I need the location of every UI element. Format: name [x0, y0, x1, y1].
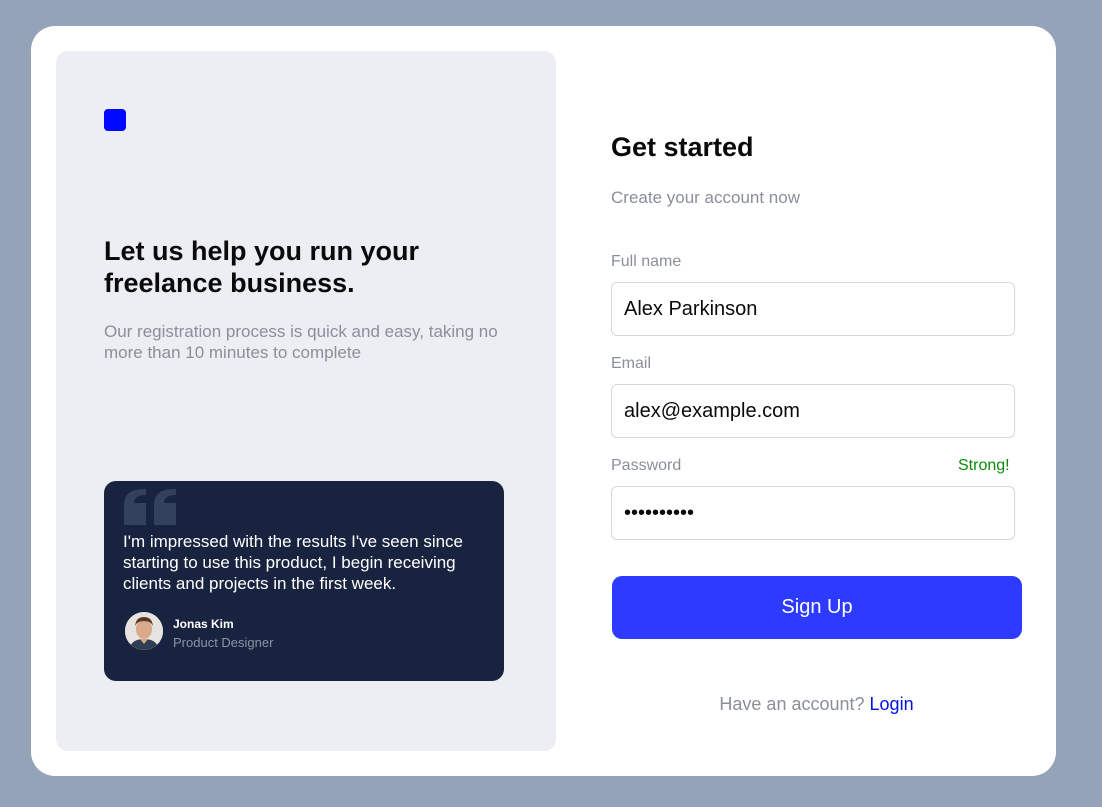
promo-panel: Let us help you run your freelance busin… [56, 51, 556, 751]
password-strength-indicator: Strong! [958, 457, 1010, 474]
quote-icon [124, 489, 176, 525]
sign-up-button[interactable]: Sign Up [612, 576, 1022, 639]
form-subtitle: Create your account now [611, 188, 800, 207]
full-name-input[interactable] [611, 282, 1015, 336]
login-link[interactable]: Login [870, 694, 914, 714]
login-prompt-text: Have an account? [719, 694, 865, 714]
signup-card: Let us help you run your freelance busin… [31, 26, 1056, 776]
testimonial-author-role: Product Designer [173, 635, 274, 650]
avatar [125, 612, 163, 650]
login-prompt: Have an account? Login [611, 694, 1022, 715]
password-label: Password [611, 457, 682, 474]
promo-subtext: Our registration process is quick and ea… [104, 322, 498, 362]
promo-headline: Let us help you run your freelance busin… [104, 236, 420, 298]
testimonial-quote: I'm impressed with the results I've seen… [123, 532, 464, 593]
email-label: Email [611, 355, 652, 372]
form-title: Get started [611, 132, 754, 162]
email-input[interactable] [611, 384, 1015, 438]
testimonial-author-name: Jonas Kim [173, 617, 234, 631]
testimonial-card: I'm impressed with the results I've seen… [104, 481, 504, 681]
full-name-label: Full name [611, 253, 682, 270]
brand-logo [104, 109, 126, 131]
password-input[interactable] [611, 486, 1015, 540]
